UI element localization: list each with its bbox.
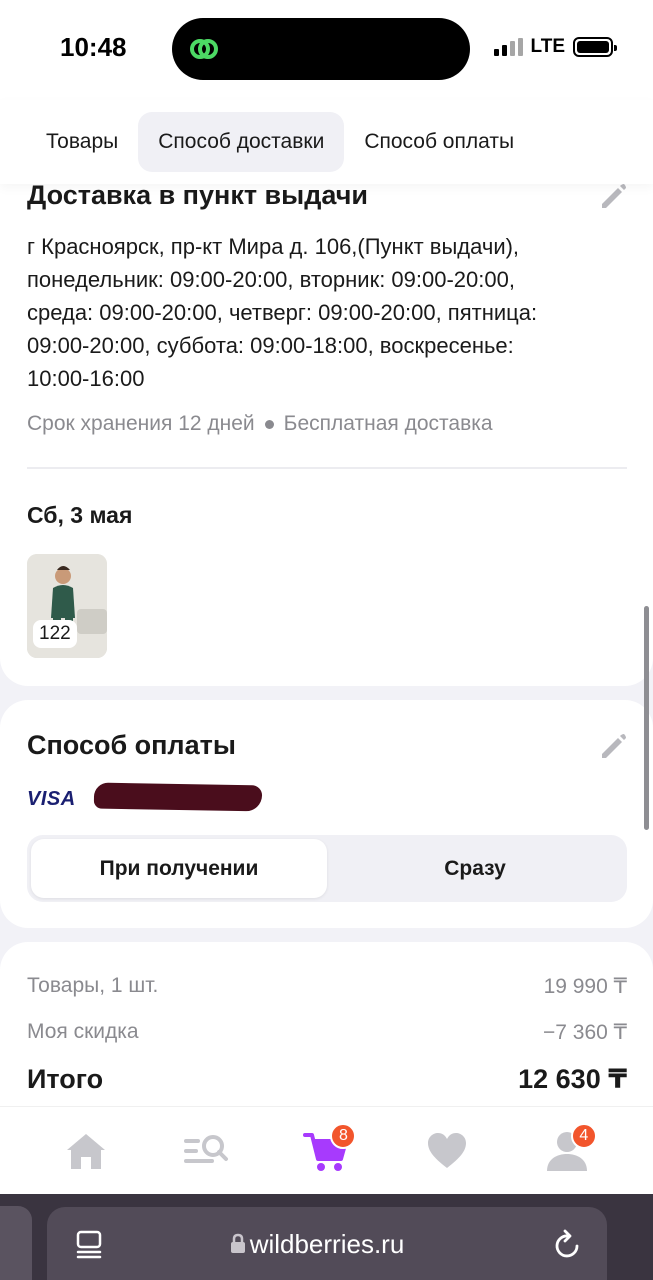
size-badge: 122: [33, 620, 77, 648]
goods-label: Товары, 1 шт.: [27, 974, 159, 997]
link-icon: [190, 39, 218, 59]
redacted-card-number: [93, 782, 263, 812]
address-line: г Красноярск, пр-кт Мира д. 106,(Пункт в…: [27, 234, 520, 259]
address-line: 10:00-16:00: [27, 366, 145, 391]
address-line: понедельник: 09:00-20:00, вторник: 09:00…: [27, 267, 515, 292]
nav-home[interactable]: [56, 1121, 116, 1181]
product-thumbnail[interactable]: 122: [27, 554, 107, 658]
pay-now-option[interactable]: Сразу: [327, 839, 623, 898]
status-time: 10:48: [60, 32, 127, 62]
card-brand-logo: VISA: [27, 788, 76, 810]
total-value: 12 630 ₸: [518, 1064, 627, 1094]
pay-on-receipt-option[interactable]: При получении: [31, 839, 327, 898]
nav-favorites[interactable]: [417, 1121, 477, 1181]
nav-profile[interactable]: 4: [537, 1121, 597, 1181]
reload-icon[interactable]: [553, 1228, 583, 1260]
dynamic-island: [172, 18, 470, 80]
edit-payment-icon[interactable]: [598, 730, 630, 762]
checkout-tabs: Товары Способ доставки Способ оплаты: [0, 100, 653, 184]
delivery-date: Сб, 3 мая: [27, 502, 133, 528]
address-line: среда: 09:00-20:00, четверг: 09:00-20:00…: [27, 300, 538, 325]
home-icon: [67, 1133, 106, 1169]
edit-delivery-icon[interactable]: [598, 180, 630, 212]
tab-goods[interactable]: Товары: [26, 112, 138, 172]
delivery-title: Доставка в пункт выдачи: [27, 180, 368, 210]
delivery-address: г Красноярск, пр-кт Мира д. 106,(Пункт в…: [27, 230, 617, 395]
discount-value: −7 360 ₸: [542, 1021, 627, 1044]
payment-timing-toggle: При получении Сразу: [27, 835, 627, 902]
total-row: Итого 12 630 ₸: [27, 1064, 627, 1095]
tab-delivery-method[interactable]: Способ доставки: [138, 112, 345, 172]
delivery-card: Доставка в пункт выдачи г Красноярск, пр…: [0, 150, 653, 686]
payment-card: Способ оплаты VISA При получении Сразу: [0, 700, 653, 928]
goods-value: 19 990 ₸: [543, 975, 627, 998]
separator-dot: [264, 419, 274, 429]
total-label: Итого: [27, 1064, 104, 1094]
battery-icon: [573, 37, 617, 57]
shipping-cost: Бесплатная доставка: [283, 412, 493, 435]
signal-icon: [493, 38, 523, 56]
catalog-search-icon: [184, 1134, 229, 1163]
storage-term: Срок хранения 12 дней: [27, 412, 255, 435]
discount-row: Моя скидка −7 360 ₸: [27, 1020, 627, 1045]
browser-toolbar: wildberries.ru: [0, 1194, 653, 1280]
nav-catalog[interactable]: [176, 1121, 236, 1181]
url-text: wildberries.ru: [249, 1229, 405, 1259]
divider: [27, 467, 627, 469]
payment-title: Способ оплаты: [27, 730, 236, 760]
delivery-meta: Срок хранения 12 дней Бесплатная доставк…: [27, 412, 493, 436]
status-indicators: LTE: [493, 36, 617, 58]
goods-row: Товары, 1 шт. 19 990 ₸: [27, 974, 627, 999]
discount-label: Моя скидка: [27, 1020, 139, 1043]
cart-badge: 8: [330, 1122, 357, 1149]
scrollbar[interactable]: [644, 606, 649, 830]
profile-badge: 4: [570, 1122, 597, 1149]
network-type: LTE: [530, 36, 565, 57]
status-bar: 10:48 LTE: [0, 0, 653, 100]
tab-payment-method[interactable]: Способ оплаты: [344, 112, 534, 172]
address-bar[interactable]: wildberries.ru: [47, 1207, 607, 1280]
bottom-navigation: 8 4: [0, 1106, 653, 1194]
favorites-icon: [427, 1132, 466, 1168]
nav-cart[interactable]: 8: [296, 1121, 357, 1181]
address-line: 09:00-20:00, суббота: 09:00-18:00, воскр…: [27, 333, 514, 358]
previous-tab-edge[interactable]: [0, 1206, 32, 1280]
